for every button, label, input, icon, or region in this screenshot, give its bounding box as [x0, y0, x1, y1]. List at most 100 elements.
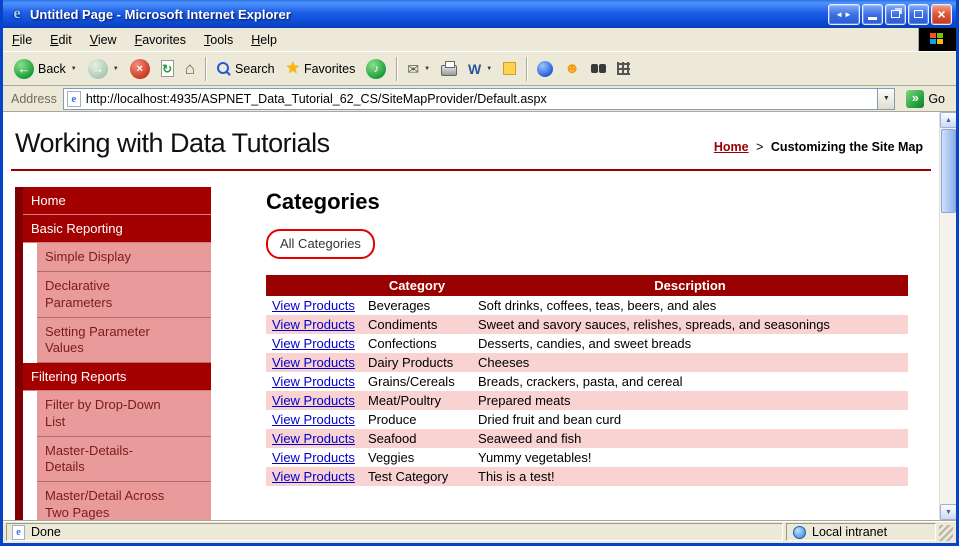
forward-button[interactable]: → ▼ — [83, 56, 124, 82]
description-cell: Breads, crackers, pasta, and cereal — [478, 374, 683, 389]
forward-dropdown-arrow[interactable]: ▼ — [113, 66, 119, 72]
vertical-scrollbar[interactable]: ▲ ▼ — [939, 112, 956, 520]
print-icon — [441, 61, 458, 76]
back-dropdown-arrow[interactable]: ▼ — [71, 66, 77, 72]
breadcrumb: Home > Customizing the Site Map — [714, 140, 923, 154]
address-url[interactable]: http://localhost:4935/ASPNET_Data_Tutori… — [86, 92, 877, 106]
categories-heading: Categories — [266, 189, 380, 214]
favorites-button[interactable]: ★ Favorites — [281, 58, 361, 80]
contacts-button[interactable]: ☻ — [559, 58, 585, 79]
notes-icon — [503, 62, 517, 75]
stop-icon: × — [129, 58, 150, 79]
main-content: Categories All Categories Category Descri… — [211, 187, 939, 520]
search-button[interactable]: Search — [211, 58, 280, 79]
minimize-button[interactable] — [862, 3, 883, 25]
scroll-up-button[interactable]: ▲ — [940, 112, 956, 128]
go-button[interactable]: » Go — [901, 89, 950, 109]
status-text: Done — [31, 525, 61, 539]
view-products-link[interactable]: View Products — [272, 374, 355, 389]
sidebar-item-filtering-reports[interactable]: Filtering Reports — [23, 363, 211, 392]
stop-button[interactable]: × — [125, 56, 155, 82]
document-status-icon: e — [12, 524, 25, 540]
menu-help[interactable]: Help — [242, 30, 286, 50]
favorites-star-icon: ★ — [285, 59, 300, 77]
page-header: Working with Data Tutorials Home > Custo… — [3, 112, 939, 169]
mail-dropdown-arrow[interactable]: ▼ — [424, 66, 430, 72]
category-cell: Veggies — [368, 450, 415, 465]
messenger-button[interactable] — [532, 58, 558, 80]
category-cell: Dairy Products — [368, 355, 454, 370]
description-cell: This is a test! — [478, 469, 555, 484]
address-label: Address — [11, 91, 57, 106]
titlebar-nav-arrows-button[interactable]: ◄► — [828, 3, 860, 25]
sidebar-item-home[interactable]: Home — [23, 187, 211, 215]
column-header: Description — [472, 275, 908, 296]
maximize-button[interactable] — [908, 3, 929, 25]
browser-window: e Untitled Page - Microsoft Internet Exp… — [0, 0, 959, 546]
category-cell: Confections — [368, 336, 437, 351]
table-row: View Products Veggies Yummy vegetables! — [266, 448, 908, 467]
research-button[interactable] — [586, 61, 611, 76]
toolbar-separator — [396, 56, 398, 81]
web-page: Working with Data Tutorials Home > Custo… — [3, 112, 939, 520]
sidebar-item-setting-parameter-values[interactable]: Setting Parameter Values — [37, 317, 211, 364]
windows-brand-logo — [918, 28, 956, 51]
refresh-button[interactable]: ↻ — [156, 57, 179, 80]
messenger-icon — [537, 60, 554, 77]
view-products-link[interactable]: View Products — [272, 355, 355, 370]
menu-favorites[interactable]: Favorites — [126, 30, 195, 50]
titlebar-buttons: ◄► × — [828, 3, 952, 25]
breadcrumb-home-link[interactable]: Home — [714, 140, 749, 154]
page-body: Home Basic Reporting Simple Display Declara… — [3, 171, 939, 520]
sidebar-item-master-detail-across-two-pages[interactable]: Master/Detail Across Two Pages — [37, 482, 211, 520]
description-cell: Desserts, candies, and sweet breads — [478, 336, 692, 351]
sidebar-item-declarative-parameters[interactable]: Declarative Parameters — [37, 272, 211, 318]
scrollbar-thumb[interactable] — [941, 129, 956, 213]
status-panel-main: e Done — [6, 523, 783, 541]
window-title: Untitled Page - Microsoft Internet Explo… — [30, 6, 291, 22]
view-products-link[interactable]: View Products — [272, 431, 355, 446]
media-icon: ♪ — [366, 58, 387, 79]
site-title: Working with Data Tutorials — [15, 128, 330, 158]
table-row: View Products Produce Dried fruit and bean… — [266, 410, 908, 429]
back-button[interactable]: ← Back ▼ — [9, 56, 82, 82]
view-products-link[interactable]: View Products — [272, 469, 355, 484]
print-button[interactable] — [436, 58, 462, 79]
address-input[interactable]: e http://localhost:4935/ASPNET_Data_Tuto… — [62, 87, 896, 110]
view-products-link[interactable]: View Products — [272, 393, 355, 408]
column-header — [266, 275, 362, 296]
toolbar-separator — [204, 56, 206, 81]
view-products-link[interactable]: View Products — [272, 412, 355, 427]
page-icon: e — [66, 90, 81, 107]
mail-button[interactable]: ✉ ▼ — [402, 59, 435, 79]
menu-bar: File Edit View Favorites Tools Help — [3, 28, 956, 51]
sidebar-item-simple-display[interactable]: Simple Display — [37, 243, 211, 273]
view-products-link[interactable]: View Products — [272, 317, 355, 332]
media-button[interactable]: ♪ — [361, 56, 391, 82]
quick-links-button[interactable] — [612, 59, 635, 78]
sidebar-item-master-details-details[interactable]: Master-Details-Details — [37, 436, 211, 483]
address-dropdown-button[interactable]: ▼ — [877, 88, 895, 109]
description-cell: Yummy vegetables! — [478, 450, 592, 465]
resize-grip[interactable] — [939, 525, 953, 541]
table-row: View Products Dairy Products Cheeses — [266, 353, 908, 372]
close-button[interactable]: × — [931, 3, 952, 25]
menu-edit[interactable]: Edit — [41, 30, 81, 50]
notes-button[interactable] — [498, 59, 521, 78]
restore-button[interactable] — [885, 3, 906, 25]
menu-file[interactable]: File — [3, 30, 41, 50]
sidebar-item-basic-reporting[interactable]: Basic Reporting — [23, 215, 211, 243]
browser-viewport: Working with Data Tutorials Home > Custo… — [3, 112, 956, 520]
home-button[interactable]: ⌂ — [180, 57, 200, 80]
view-products-link[interactable]: View Products — [272, 298, 355, 313]
intranet-zone-icon — [793, 525, 806, 539]
menu-view[interactable]: View — [81, 30, 126, 50]
view-products-link[interactable]: View Products — [272, 450, 355, 465]
view-products-link[interactable]: View Products — [272, 336, 355, 351]
scroll-down-button[interactable]: ▼ — [940, 504, 956, 520]
edit-dropdown-arrow[interactable]: ▼ — [486, 66, 492, 72]
menu-tools[interactable]: Tools — [195, 30, 242, 50]
edit-with-word-button[interactable]: W ▼ — [463, 58, 497, 80]
all-categories-button[interactable]: All Categories — [280, 236, 361, 251]
sidebar-item-filter-by-drop-down-list[interactable]: Filter by Drop-Down List — [37, 391, 211, 437]
